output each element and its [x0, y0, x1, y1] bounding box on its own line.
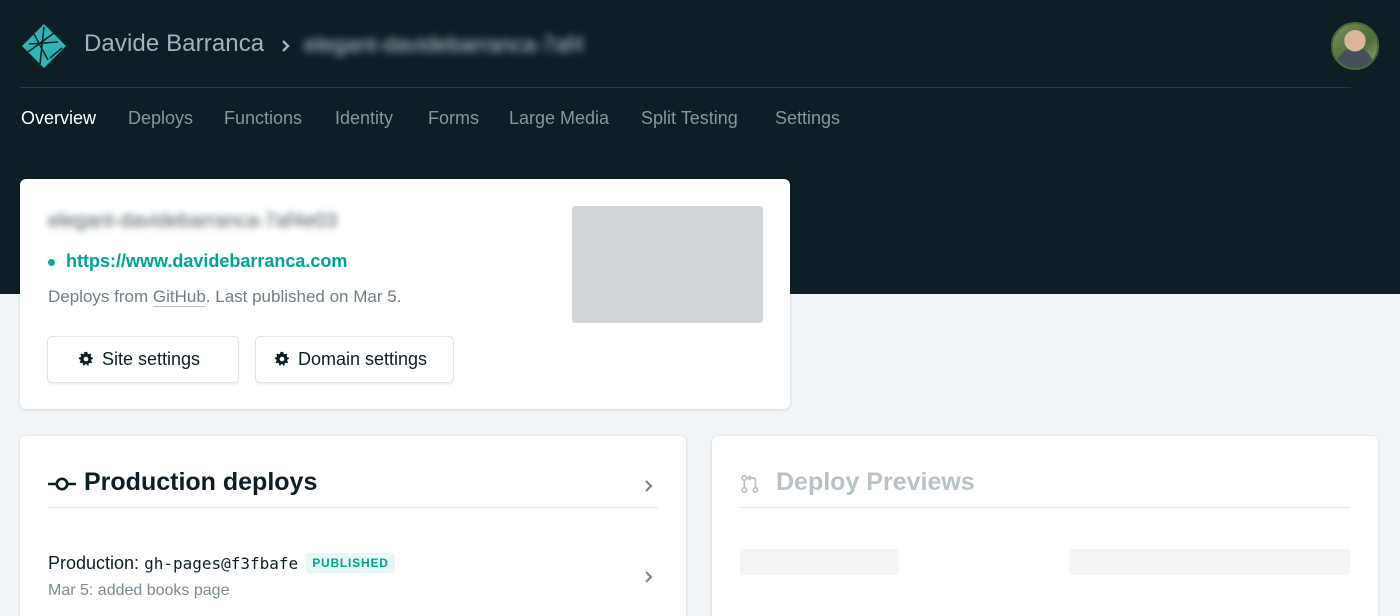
site-title: elegant-davidebarranca-7af4e03	[48, 210, 338, 232]
domain-settings-button[interactable]: Domain settings	[256, 337, 453, 382]
header-row: Davide Barranca elegant-davidebarranca-7…	[0, 0, 1400, 88]
section-divider	[740, 507, 1350, 508]
status-dot-icon	[48, 259, 55, 266]
netlify-logo-icon[interactable]	[20, 22, 68, 70]
chevron-right-icon	[282, 40, 290, 52]
site-settings-button[interactable]: Site settings	[48, 337, 238, 382]
status-badge: PUBLISHED	[306, 553, 395, 573]
deploy-previews-card: Deploy Previews	[712, 436, 1378, 616]
gear-icon	[274, 351, 289, 366]
git-pull-request-icon	[741, 474, 759, 494]
site-name-breadcrumb[interactable]: elegant-davidebarranca-7af4e03	[304, 32, 582, 58]
deploy-info-prefix: Deploys from	[48, 287, 153, 306]
site-screenshot-thumbnail[interactable]	[572, 206, 763, 323]
avatar[interactable]	[1331, 22, 1379, 70]
loading-skeleton	[1069, 549, 1350, 575]
deploy-context: Production:	[48, 553, 145, 573]
deploy-row[interactable]: Production: gh-pages@f3fbafe PUBLISHED	[48, 553, 395, 577]
chevron-right-icon[interactable]	[644, 569, 654, 585]
deploy-ref: gh-pages@f3fbafe	[144, 554, 299, 573]
header-divider	[20, 87, 1351, 88]
tab-forms[interactable]: Forms	[428, 108, 479, 129]
tab-identity[interactable]: Identity	[335, 108, 393, 129]
site-settings-label: Site settings	[102, 349, 201, 369]
deploy-info-suffix: . Last published on Mar 5.	[205, 287, 402, 306]
production-deploys-card: Production deploys Production: gh-pages@…	[20, 436, 686, 616]
github-link[interactable]: GitHub	[152, 287, 206, 307]
deploy-message: Mar 5: added books page	[48, 582, 230, 599]
gear-icon	[78, 351, 93, 366]
domain-settings-label: Domain settings	[298, 349, 428, 369]
production-deploys-title: Production deploys	[84, 468, 318, 496]
tab-large-media[interactable]: Large Media	[509, 108, 609, 129]
team-name-link[interactable]: Davide Barranca	[84, 30, 264, 58]
git-commit-icon	[48, 477, 76, 491]
deploy-previews-title: Deploy Previews	[776, 468, 975, 496]
tab-functions[interactable]: Functions	[224, 108, 302, 129]
tab-settings[interactable]: Settings	[775, 108, 840, 129]
site-url-link[interactable]: https://www.davidebarranca.com	[66, 251, 347, 272]
tab-overview[interactable]: Overview	[21, 108, 96, 129]
site-overview-card: elegant-davidebarranca-7af4e03 https://w…	[20, 179, 790, 409]
tab-deploys[interactable]: Deploys	[128, 108, 193, 129]
tab-split-testing[interactable]: Split Testing	[641, 108, 738, 129]
loading-skeleton	[740, 549, 899, 575]
deploy-info: Deploys from GitHub. Last published on M…	[48, 287, 401, 307]
section-divider	[48, 507, 658, 508]
chevron-right-icon[interactable]	[644, 478, 654, 494]
